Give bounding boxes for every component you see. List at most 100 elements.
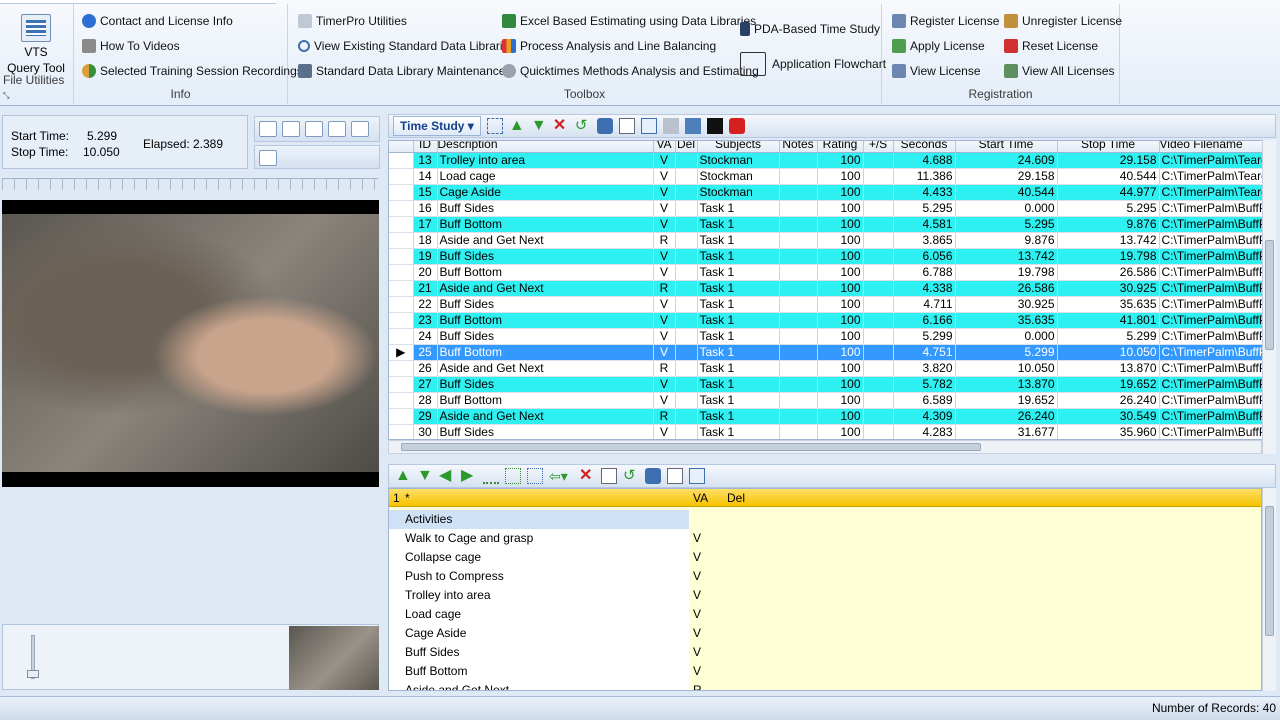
register-license-button[interactable]: Register License — [892, 14, 999, 28]
cell-subjects[interactable]: Stockman — [697, 152, 780, 169]
col-description[interactable]: Description — [437, 141, 654, 153]
cell-start-time[interactable]: 35.635 — [955, 312, 1058, 329]
cell-video-filename[interactable]: C:\TimerPalm\Teard — [1159, 168, 1275, 185]
link-icon[interactable] — [483, 468, 499, 484]
cell-del[interactable] — [675, 200, 698, 217]
cell-seconds[interactable]: 4.338 — [893, 280, 956, 297]
more-icon[interactable] — [351, 121, 369, 137]
activity-name[interactable]: Walk to Cage and grasp — [389, 529, 689, 548]
cell-seconds[interactable]: 3.820 — [893, 360, 956, 377]
cell-seconds[interactable]: 6.166 — [893, 312, 956, 329]
monitor-icon[interactable] — [259, 150, 277, 166]
cell-start-time[interactable]: 10.050 — [955, 360, 1058, 377]
activity-va[interactable]: V — [693, 548, 701, 567]
cell-del[interactable] — [675, 152, 698, 169]
list-item[interactable]: Collapse cage V — [389, 548, 1261, 567]
arrow-up-icon[interactable]: ▲ — [395, 468, 411, 484]
cell-stop-time[interactable]: 44.977 — [1057, 184, 1160, 201]
save-frame-icon[interactable] — [328, 121, 346, 137]
cell-notes[interactable] — [779, 424, 818, 439]
cell-plus-s[interactable] — [863, 360, 894, 377]
cell-id[interactable]: 17 — [413, 216, 438, 233]
cell-notes[interactable] — [779, 328, 818, 345]
activity-va[interactable]: V — [693, 586, 701, 605]
table-row[interactable]: 15 Cage Aside V Stockman 100 4.433 40.544 44.97… — [389, 184, 1275, 201]
table-icon[interactable] — [689, 468, 705, 484]
table-row[interactable]: 23 Buff Bottom V Task 1 100 6.166 35.635 41.801… — [389, 312, 1275, 329]
cell-plus-s[interactable] — [863, 376, 894, 393]
cell-stop-time[interactable]: 19.652 — [1057, 376, 1160, 393]
table-row[interactable]: ▶ 25 Buff Bottom V Task 1 100 4.751 5.299 10.050… — [389, 344, 1275, 361]
cell-notes[interactable] — [779, 392, 818, 409]
nodes-icon[interactable] — [527, 468, 543, 484]
cell-notes[interactable] — [779, 360, 818, 377]
activity-name[interactable]: Aside and Get Next — [389, 681, 689, 690]
cell-del[interactable] — [675, 232, 698, 249]
excel-estimating-button[interactable]: Excel Based Estimating using Data Librar… — [502, 14, 756, 28]
cell-id[interactable]: 29 — [413, 408, 438, 425]
cell-subjects[interactable]: Task 1 — [697, 408, 780, 425]
row-indicator[interactable] — [389, 152, 414, 169]
view-all-licenses-button[interactable]: View All Licenses — [1004, 64, 1115, 78]
cell-video-filename[interactable]: C:\TimerPalm\BuffPa — [1159, 392, 1275, 409]
cell-del[interactable] — [675, 408, 698, 425]
cell-notes[interactable] — [779, 248, 818, 265]
cell-rating[interactable]: 100 — [817, 312, 864, 329]
cell-stop-time[interactable]: 26.586 — [1057, 264, 1160, 281]
cell-start-time[interactable]: 30.925 — [955, 296, 1058, 313]
training-recordings-button[interactable]: Selected Training Session Recordings — [82, 64, 303, 78]
activities-vscroll-thumb[interactable] — [1265, 506, 1274, 636]
cell-stop-time[interactable]: 5.299 — [1057, 328, 1160, 345]
activity-name[interactable]: Buff Bottom — [389, 662, 689, 681]
cell-description[interactable]: Trolley into area — [437, 152, 654, 169]
col-va[interactable]: VA — [653, 141, 676, 153]
cell-subjects[interactable]: Stockman — [697, 184, 780, 201]
apply-license-button[interactable]: Apply License — [892, 39, 985, 53]
cell-va[interactable]: V — [653, 152, 676, 169]
cell-del[interactable] — [675, 296, 698, 313]
quicktimes-button[interactable]: Quicktimes Methods Analysis and Estimati… — [502, 64, 759, 78]
cell-seconds[interactable]: 6.788 — [893, 264, 956, 281]
activities-col-del[interactable]: Del — [727, 491, 745, 505]
cell-start-time[interactable]: 5.295 — [955, 216, 1058, 233]
cell-id[interactable]: 14 — [413, 168, 438, 185]
cell-id[interactable]: 22 — [413, 296, 438, 313]
cell-stop-time[interactable]: 35.960 — [1057, 424, 1160, 439]
cell-notes[interactable] — [779, 344, 818, 361]
select-icon[interactable] — [486, 118, 503, 134]
cell-id[interactable]: 23 — [413, 312, 438, 329]
cell-description[interactable]: Buff Bottom — [437, 216, 654, 233]
cell-stop-time[interactable]: 13.870 — [1057, 360, 1160, 377]
table-row[interactable]: 22 Buff Sides V Task 1 100 4.711 30.925 35.635 C… — [389, 296, 1275, 313]
cell-start-time[interactable]: 19.798 — [955, 264, 1058, 281]
cell-notes[interactable] — [779, 152, 818, 169]
cell-subjects[interactable]: Task 1 — [697, 424, 780, 439]
cell-va[interactable]: V — [653, 216, 676, 233]
cell-rating[interactable]: 100 — [817, 376, 864, 393]
cell-va[interactable]: V — [653, 312, 676, 329]
row-indicator[interactable] — [389, 216, 414, 233]
cell-description[interactable]: Buff Bottom — [437, 392, 654, 409]
video-seek-slider[interactable] — [2, 178, 378, 190]
table-row[interactable]: 18 Aside and Get Next R Task 1 100 3.865 9.876… — [389, 232, 1275, 249]
cell-va[interactable]: V — [653, 424, 676, 439]
col-id[interactable]: ID — [413, 141, 438, 153]
document-icon[interactable] — [667, 468, 683, 484]
cell-del[interactable] — [675, 328, 698, 345]
grid-horizontal-scrollbar[interactable] — [388, 440, 1262, 454]
table-row[interactable]: 30 Buff Sides V Task 1 100 4.283 31.677 35.960 C… — [389, 424, 1275, 439]
cell-rating[interactable]: 100 — [817, 200, 864, 217]
cell-video-filename[interactable]: C:\TimerPalm\BuffPa — [1159, 376, 1275, 393]
activity-name[interactable]: Push to Compress — [389, 567, 689, 586]
cell-notes[interactable] — [779, 200, 818, 217]
cell-del[interactable] — [675, 168, 698, 185]
cell-plus-s[interactable] — [863, 296, 894, 313]
cell-stop-time[interactable]: 35.635 — [1057, 296, 1160, 313]
cell-subjects[interactable]: Task 1 — [697, 248, 780, 265]
cell-seconds[interactable]: 5.295 — [893, 200, 956, 217]
cell-del[interactable] — [675, 344, 698, 361]
activity-name[interactable]: Cage Aside — [389, 624, 689, 643]
cell-plus-s[interactable] — [863, 408, 894, 425]
cell-description[interactable]: Aside and Get Next — [437, 360, 654, 377]
cell-del[interactable] — [675, 264, 698, 281]
